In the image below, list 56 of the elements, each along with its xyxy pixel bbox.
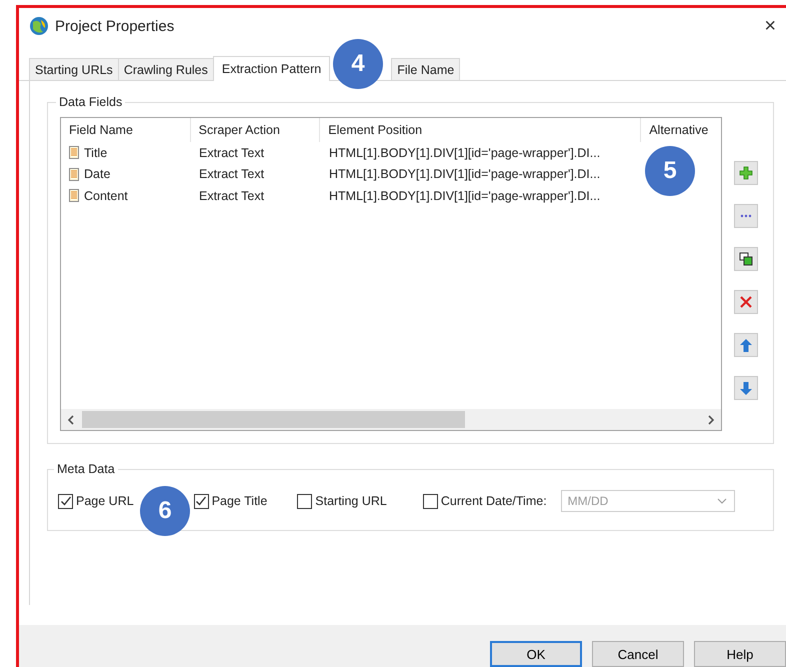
dialog-button[interactable]: Help [694, 641, 786, 667]
move-up-button[interactable] [734, 333, 758, 357]
callout-badge: 5 [645, 146, 695, 196]
plus-icon [739, 166, 753, 180]
window-title: Project Properties [55, 18, 174, 34]
document-icon [69, 168, 79, 181]
scroll-left-icon[interactable] [66, 414, 76, 424]
tab[interactable]: Extraction Pattern [212, 56, 330, 81]
checkbox-label: Starting URL [315, 494, 387, 508]
copy-icon [739, 252, 753, 266]
add-button[interactable] [734, 161, 758, 185]
table-cell-text: Extract Text [198, 167, 266, 182]
arrow-up-icon [740, 338, 752, 352]
tab[interactable]: Crawling Rules [118, 58, 214, 80]
dialog-button[interactable]: Cancel [592, 641, 684, 667]
horizontal-scrollbar[interactable] [61, 409, 721, 430]
document-icon [69, 146, 79, 160]
table-cell-text: HTML[1].BODY[1].DIV[1][id='page-wrapper'].DI... [328, 188, 602, 203]
globe-icon [29, 16, 49, 36]
checkbox[interactable] [422, 494, 438, 508]
checkbox[interactable] [58, 494, 73, 508]
callout-badge: 4 [333, 39, 383, 89]
group-title: Meta Data [56, 462, 116, 476]
table-cell-text: Extract Text [198, 188, 266, 203]
checkbox-label: Current Date/Time: [440, 494, 547, 508]
copy-button[interactable] [734, 247, 758, 271]
document-icon [69, 189, 79, 202]
chevron-down-icon [716, 498, 727, 504]
table-cell: Date [84, 167, 110, 182]
column-header[interactable]: Scraper Action [190, 118, 320, 142]
checkbox[interactable] [297, 494, 312, 508]
move-down-button[interactable] [734, 376, 758, 400]
table-cell: Content [84, 188, 128, 203]
delete-button[interactable] [734, 290, 758, 314]
arrow-down-icon [740, 382, 752, 394]
table-cell-text: Extract Text [198, 146, 266, 160]
dialog-button[interactable]: OK [490, 641, 582, 667]
ellipsis-icon [740, 214, 752, 218]
group-title: Data Fields [58, 95, 124, 109]
scroll-right-icon[interactable] [706, 414, 716, 424]
callout-badge: 6 [140, 486, 190, 536]
checkbox-label: Page Title [212, 494, 268, 508]
checkbox-label: Page URL [76, 494, 134, 508]
more-button[interactable] [734, 204, 758, 228]
checkbox[interactable] [194, 494, 209, 508]
column-header[interactable]: Field Name [61, 118, 191, 142]
table-cell: Title [84, 146, 108, 160]
close-icon [740, 296, 752, 308]
table-cell-text: HTML[1].BODY[1].DIV[1][id='page-wrapper'].DI... [328, 146, 602, 160]
tab[interactable]: Starting URLs [29, 58, 119, 80]
column-header[interactable]: Element Position [320, 118, 642, 142]
table-cell-text: HTML[1].BODY[1].DIV[1][id='page-wrapper'].DI... [328, 167, 602, 182]
scroll-thumb[interactable] [82, 411, 466, 428]
close-button[interactable]: × [758, 14, 782, 38]
column-header[interactable]: Alternative [641, 118, 721, 142]
tab[interactable]: File Name [391, 58, 460, 80]
